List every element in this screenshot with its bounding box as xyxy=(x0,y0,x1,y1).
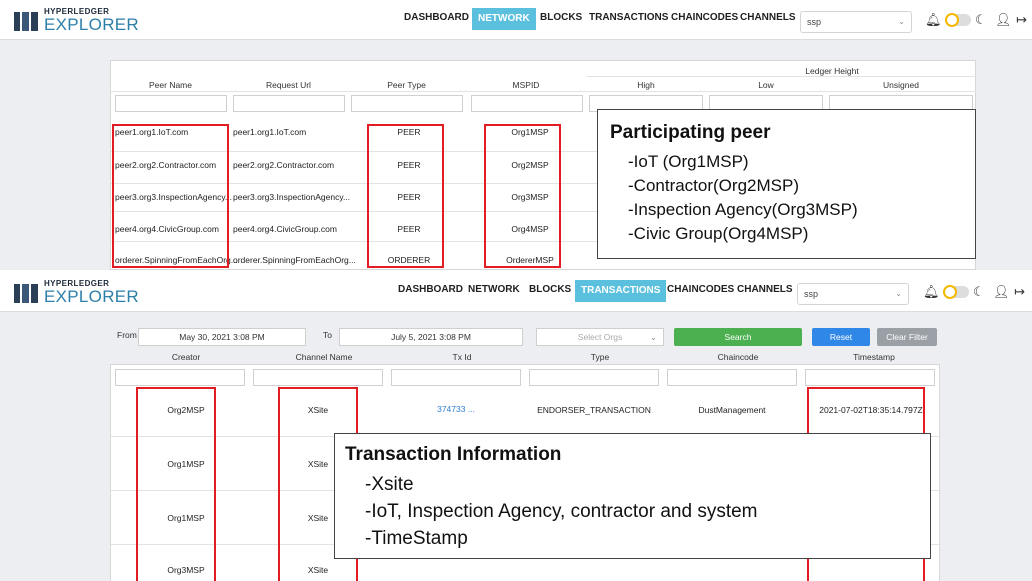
col-type[interactable]: Type xyxy=(532,352,668,362)
col-unsigned[interactable]: Unsigned xyxy=(827,80,975,90)
moon-icon: ☾ xyxy=(973,284,985,299)
top-navbar: HYPERLEDGER EXPLORER DASHBOARD NETWORK B… xyxy=(0,0,1032,40)
logo-mark-icon xyxy=(14,12,38,31)
top-navbar: HYPERLEDGER EXPLORER DASHBOARD NETWORK B… xyxy=(0,272,1032,312)
from-label: From xyxy=(117,330,137,340)
col-timestamp[interactable]: Timestamp xyxy=(808,352,940,362)
chevron-down-icon: ⌄ xyxy=(649,332,657,342)
highlight-creator-column xyxy=(136,387,216,581)
bell-icon[interactable]: 🔔︎ xyxy=(923,284,940,300)
highlight-mspid-column xyxy=(484,124,561,268)
filter-peer-type[interactable] xyxy=(351,95,463,112)
nav-transactions[interactable]: TRANSACTIONS xyxy=(589,12,668,23)
callout-line: -Xsite xyxy=(365,474,414,495)
highlight-peer-name-column xyxy=(112,124,229,268)
callout-line: -IoT, Inspection Agency, contractor and … xyxy=(365,501,758,522)
col-channel-name[interactable]: Channel Name xyxy=(256,352,392,362)
col-high[interactable]: High xyxy=(587,80,705,90)
col-tx-id[interactable]: Tx Id xyxy=(394,352,530,362)
theme-toggle[interactable] xyxy=(945,13,971,27)
tx-id-link[interactable]: 374733 ... xyxy=(401,404,511,414)
ledger-height-header: Ledger Height xyxy=(805,66,859,76)
sun-icon xyxy=(945,13,959,27)
callout-title: Participating peer xyxy=(610,122,771,143)
filter-tx-id[interactable] xyxy=(391,369,521,386)
filter-timestamp[interactable] xyxy=(805,369,935,386)
request-url-cell: peer4.org4.CivicGroup.com xyxy=(233,224,337,234)
type-cell: ENDORSER_TRANSACTION xyxy=(537,405,651,415)
nav-network[interactable]: NETWORK xyxy=(472,8,536,30)
channel-select[interactable]: ssp ⌄ xyxy=(797,283,909,305)
chaincode-cell: DustManagement xyxy=(698,405,766,415)
chevron-down-icon: ⌄ xyxy=(898,17,905,26)
transactions-screenshot: HYPERLEDGER EXPLORER DASHBOARD NETWORK B… xyxy=(0,272,1032,581)
logo-text-bottom: EXPLORER xyxy=(44,287,139,306)
theme-toggle[interactable] xyxy=(943,285,969,299)
logo-text-bottom: EXPLORER xyxy=(44,15,139,34)
nav-dashboard[interactable]: DASHBOARD xyxy=(398,284,463,295)
callout-line: -IoT (Org1MSP) xyxy=(628,152,749,171)
channel-select[interactable]: ssp ⌄ xyxy=(800,11,912,33)
participating-peer-callout: Participating peer -IoT (Org1MSP) -Contr… xyxy=(597,109,976,259)
filter-type[interactable] xyxy=(529,369,659,386)
callout-line: -Inspection Agency(Org3MSP) xyxy=(628,200,858,219)
logout-icon[interactable]: ↦ xyxy=(1014,284,1025,300)
nav-chaincodes[interactable]: CHAINCODES xyxy=(667,284,734,295)
channel-select-value: ssp xyxy=(807,17,822,27)
callout-line: -TimeStamp xyxy=(365,528,468,549)
request-url-cell: peer3.org3.InspectionAgency... xyxy=(233,192,351,202)
logout-icon[interactable]: ↦ xyxy=(1016,12,1027,28)
callout-line: -Contractor(Org2MSP) xyxy=(628,176,799,195)
nav-channels[interactable]: CHANNELS xyxy=(740,12,796,23)
select-orgs-placeholder: Select Orgs xyxy=(577,332,623,342)
reset-button[interactable]: Reset xyxy=(812,328,870,346)
nav-blocks[interactable]: BLOCKS xyxy=(529,284,571,295)
transaction-information-callout: Transaction Information -Xsite -IoT, Ins… xyxy=(334,433,931,559)
col-mspid[interactable]: MSPID xyxy=(467,80,585,90)
to-date-input[interactable]: July 5, 2021 3:08 PM xyxy=(339,328,523,346)
network-screenshot: HYPERLEDGER EXPLORER DASHBOARD NETWORK B… xyxy=(0,0,1032,270)
nav-network[interactable]: NETWORK xyxy=(468,284,520,295)
filter-channel-name[interactable] xyxy=(253,369,383,386)
search-button[interactable]: Search xyxy=(674,328,802,346)
filter-creator[interactable] xyxy=(115,369,245,386)
bell-icon[interactable]: 🔔︎ xyxy=(925,12,942,28)
col-peer-type[interactable]: Peer Type xyxy=(349,80,464,90)
add-user-icon[interactable]: 👤︎ xyxy=(993,284,1010,300)
col-chaincode[interactable]: Chaincode xyxy=(670,352,806,362)
filter-peer-name[interactable] xyxy=(115,95,227,112)
to-label: To xyxy=(323,330,332,340)
nav-dashboard[interactable]: DASHBOARD xyxy=(404,12,469,23)
callout-line: -Civic Group(Org4MSP) xyxy=(628,224,809,243)
col-peer-name[interactable]: Peer Name xyxy=(113,80,228,90)
request-url-cell: orderer.SpinningFromEachOrg... xyxy=(233,255,356,265)
channel-select-value: ssp xyxy=(804,289,819,299)
nav-transactions[interactable]: TRANSACTIONS xyxy=(575,280,667,302)
col-creator[interactable]: Creator xyxy=(118,352,254,362)
logo-mark-icon xyxy=(14,284,38,303)
highlight-peer-type-column xyxy=(367,124,444,268)
nav-blocks[interactable]: BLOCKS xyxy=(540,12,582,23)
request-url-cell: peer1.org1.IoT.com xyxy=(233,127,307,137)
callout-title: Transaction Information xyxy=(345,444,562,465)
filter-request-url[interactable] xyxy=(233,95,345,112)
chevron-down-icon: ⌄ xyxy=(895,289,902,298)
moon-icon: ☾ xyxy=(975,12,987,27)
nav-chaincodes[interactable]: CHAINCODES xyxy=(671,12,738,23)
select-orgs-dropdown[interactable]: Select Orgs ⌄ xyxy=(536,328,664,346)
col-low[interactable]: Low xyxy=(707,80,825,90)
sun-icon xyxy=(943,285,957,299)
request-url-cell: peer2.org2.Contractor.com xyxy=(233,160,335,170)
clear-filter-button[interactable]: Clear Filter xyxy=(877,328,937,346)
filter-chaincode[interactable] xyxy=(667,369,797,386)
from-date-input[interactable]: May 30, 2021 3:08 PM xyxy=(138,328,306,346)
filter-mspid[interactable] xyxy=(471,95,583,112)
add-user-icon[interactable]: 👤︎ xyxy=(995,12,1012,28)
nav-channels[interactable]: CHANNELS xyxy=(737,284,793,295)
col-request-url[interactable]: Request Url xyxy=(231,80,346,90)
